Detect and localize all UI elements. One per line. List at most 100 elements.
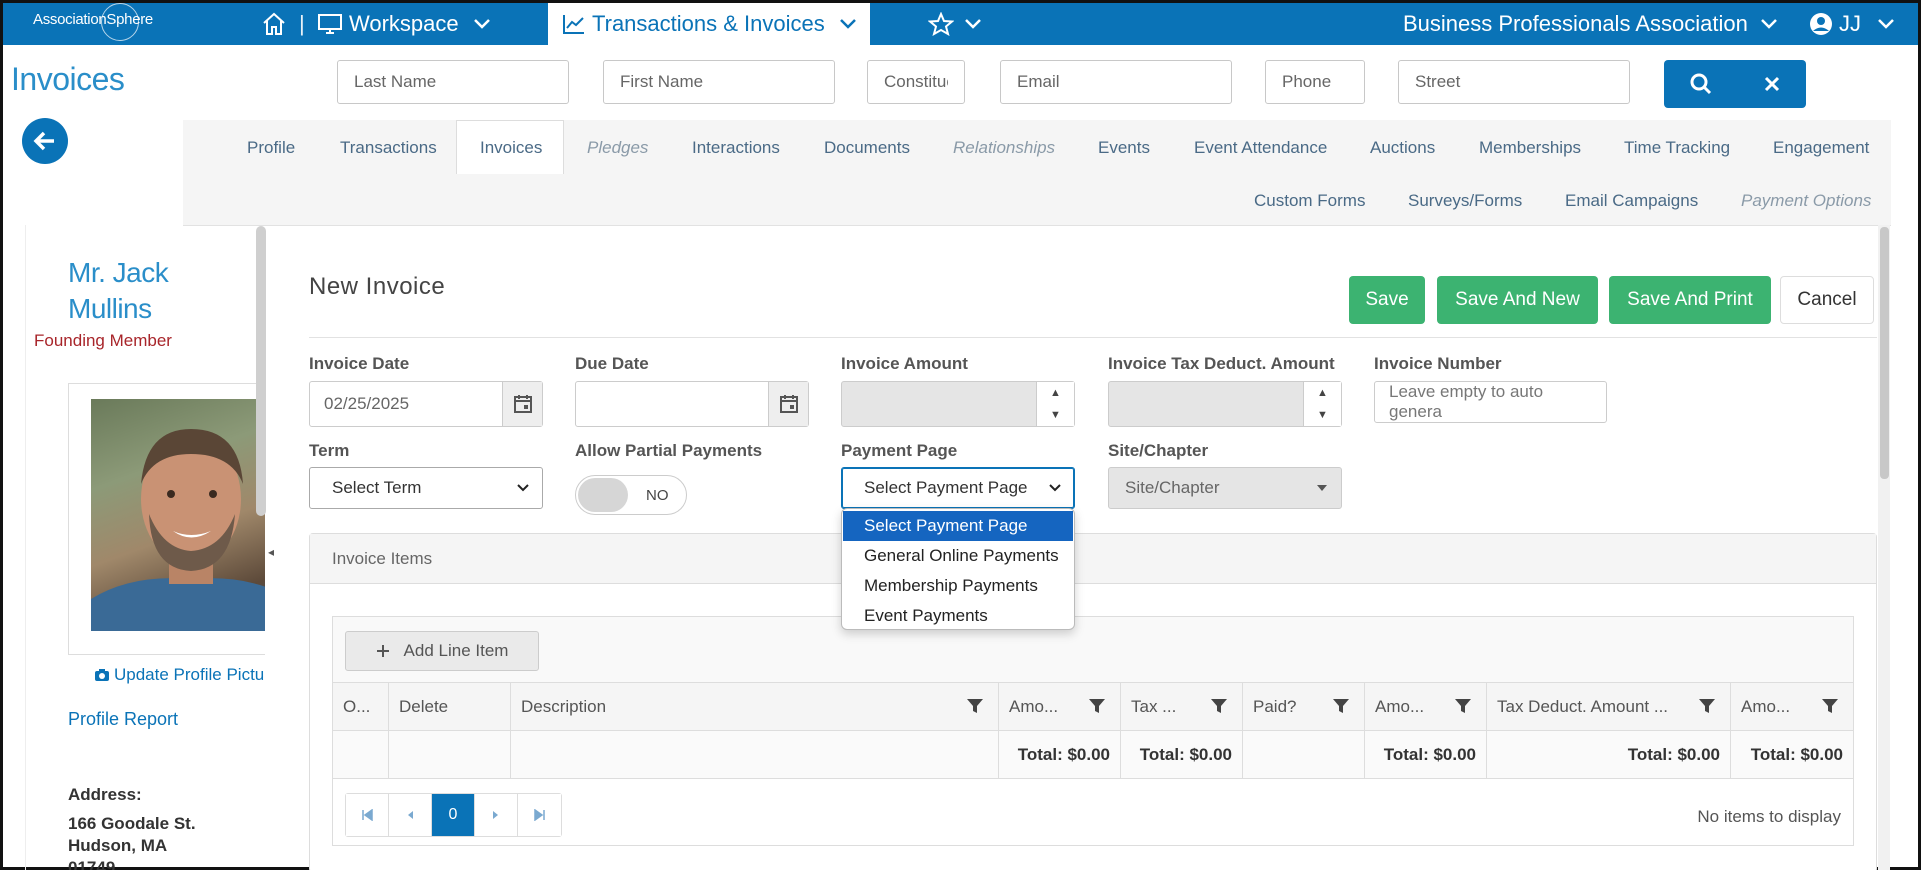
app-logo[interactable]: AssociationSphere [33, 11, 153, 28]
payment-page-select[interactable]: Select Payment Page [841, 467, 1075, 509]
update-profile-picture-label: Update Profile Pictu [114, 665, 265, 684]
tab-memberships[interactable]: Memberships [1479, 138, 1581, 158]
update-profile-picture-link[interactable]: Update Profile Pictu [94, 665, 264, 685]
previous-page-icon[interactable] [389, 794, 432, 836]
payment-page-value: Select Payment Page [864, 478, 1028, 497]
save-and-new-button[interactable]: Save And New [1437, 276, 1598, 324]
tab-relationships[interactable]: Relationships [953, 138, 1055, 158]
total-cell-empty [511, 731, 999, 779]
tab-engagement[interactable]: Engagement [1773, 138, 1869, 158]
tab-invoices[interactable]: Invoices [480, 138, 542, 158]
tab-documents[interactable]: Documents [824, 138, 910, 158]
save-button[interactable]: Save [1349, 276, 1425, 324]
term-select[interactable]: Select Term [309, 467, 543, 509]
filter-icon [1211, 699, 1227, 713]
tab-event-attendance[interactable]: Event Attendance [1194, 138, 1327, 158]
next-page-icon[interactable] [475, 794, 518, 836]
grid-toolbar: Add Line Item [333, 617, 1853, 683]
toggle-state: NO [646, 487, 669, 504]
email-search-input[interactable] [1000, 60, 1232, 104]
calendar-icon[interactable] [768, 382, 808, 426]
tab-time-tracking[interactable]: Time Tracking [1624, 138, 1730, 158]
column-header-tax[interactable]: Tax ... [1121, 683, 1243, 731]
payment-page-option-select[interactable]: Select Payment Page [843, 511, 1073, 541]
tab-interactions[interactable]: Interactions [692, 138, 780, 158]
column-header-label: Description [521, 697, 607, 716]
last-page-icon[interactable] [518, 794, 561, 836]
favorites-menu[interactable] [928, 3, 982, 45]
back-button[interactable] [22, 118, 68, 164]
allow-partial-payments-toggle[interactable]: NO [575, 475, 687, 515]
first-name-search-input[interactable] [603, 60, 835, 104]
stepper-down-icon[interactable]: ▼ [1317, 409, 1328, 421]
invoice-amount-input[interactable]: ▲ ▼ [841, 381, 1075, 427]
tab-events[interactable]: Events [1098, 138, 1150, 158]
search-button-group [1664, 60, 1806, 108]
transactions-menu[interactable]: Transactions & Invoices [548, 3, 870, 45]
stepper-up-icon[interactable]: ▲ [1317, 387, 1328, 399]
chevron-down-icon [839, 19, 856, 29]
column-header-amount-2[interactable]: Amo... [1365, 683, 1487, 731]
org-menu[interactable]: Business Professionals Association [1403, 3, 1778, 45]
phone-search-input[interactable] [1265, 60, 1365, 104]
stepper-up-icon[interactable]: ▲ [1050, 387, 1061, 399]
address-line3: 01749 [68, 858, 116, 870]
filter-icon [1089, 699, 1105, 713]
home-icon[interactable] [261, 3, 287, 45]
profile-report-link[interactable]: Profile Report [68, 709, 178, 730]
tab-pledges[interactable]: Pledges [587, 138, 648, 158]
invoice-items-title: Invoice Items [332, 549, 433, 568]
add-line-item-label: Add Line Item [403, 641, 509, 660]
tab-profile[interactable]: Profile [247, 138, 295, 158]
constituent-search-input[interactable] [867, 60, 965, 104]
term-label: Term [309, 441, 350, 460]
column-header-amount[interactable]: Amo... [999, 683, 1121, 731]
payment-page-option-event[interactable]: Event Payments [843, 601, 1073, 631]
tab-email-campaigns[interactable]: Email Campaigns [1565, 191, 1698, 211]
main-scrollbar[interactable] [1880, 227, 1889, 479]
profile-photo [91, 399, 265, 631]
due-date-input[interactable] [575, 381, 809, 427]
tax-deduct-amount-input[interactable]: ▲ ▼ [1108, 381, 1342, 427]
user-initials: JJ [1839, 11, 1861, 36]
save-and-print-button[interactable]: Save And Print [1609, 276, 1771, 324]
cancel-button[interactable]: Cancel [1780, 276, 1874, 324]
last-name-search-input[interactable] [337, 60, 569, 104]
street-search-input[interactable] [1398, 60, 1630, 104]
term-value: Select Term [332, 478, 422, 497]
payment-page-option-membership[interactable]: Membership Payments [843, 571, 1073, 601]
sidebar-scrollbar[interactable] [256, 226, 266, 516]
tab-transactions[interactable]: Transactions [340, 138, 437, 158]
tax-deduct-stepper[interactable]: ▲ ▼ [1303, 382, 1341, 426]
current-page[interactable]: 0 [432, 794, 475, 836]
invoice-date-input[interactable]: 02/25/2025 [309, 381, 543, 427]
add-line-item-button[interactable]: Add Line Item [345, 631, 539, 671]
amount-stepper[interactable]: ▲ ▼ [1036, 382, 1074, 426]
column-header-order[interactable]: O... [333, 683, 389, 731]
column-header-delete[interactable]: Delete [389, 683, 511, 731]
column-header-tax-deduct-amount[interactable]: Tax Deduct. Amount ... [1487, 683, 1731, 731]
tab-custom-forms[interactable]: Custom Forms [1254, 191, 1365, 211]
clear-search-icon[interactable] [1763, 75, 1781, 93]
search-icon[interactable] [1689, 72, 1713, 96]
column-header-paid[interactable]: Paid? [1243, 683, 1365, 731]
workspace-menu[interactable]: Workspace [317, 3, 491, 45]
tab-surveys-forms[interactable]: Surveys/Forms [1408, 191, 1522, 211]
filter-icon [1455, 699, 1471, 713]
payment-page-option-general[interactable]: General Online Payments [843, 541, 1073, 571]
invoice-number-input[interactable]: Leave empty to auto genera [1374, 381, 1607, 423]
calendar-icon[interactable] [502, 382, 542, 426]
tab-auctions[interactable]: Auctions [1370, 138, 1435, 158]
tab-payment-options[interactable]: Payment Options [1741, 191, 1871, 211]
constituent-sidebar: Mr. Jack Mullins Founding Member Update … [25, 225, 265, 870]
column-header-label: Paid? [1253, 697, 1297, 716]
column-header-amount-3[interactable]: Amo... [1731, 683, 1853, 731]
stepper-down-icon[interactable]: ▼ [1050, 409, 1061, 421]
collapse-sidebar-icon[interactable]: ◂ [268, 545, 274, 559]
form-title: New Invoice [309, 273, 446, 300]
site-chapter-value: Site/Chapter [1125, 478, 1220, 497]
column-header-description[interactable]: Description [511, 683, 999, 731]
user-menu[interactable]: JJ [1809, 3, 1895, 45]
site-chapter-select[interactable]: Site/Chapter [1108, 467, 1342, 509]
first-page-icon[interactable] [346, 794, 389, 836]
